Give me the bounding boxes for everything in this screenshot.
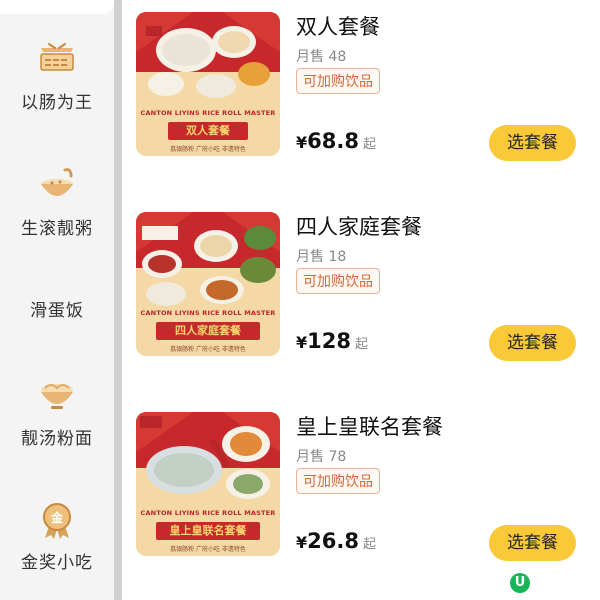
svg-text:金: 金 <box>50 510 64 525</box>
scrollbar-track[interactable] <box>114 0 122 600</box>
price-value: 68.8 <box>307 129 359 153</box>
sidebar-active-indicator <box>0 0 114 14</box>
product-card[interactable]: CANTON LIYINS RICE ROLL MASTER 双人套餐 荔银肠粉… <box>122 0 600 200</box>
product-image[interactable]: CANTON LIYINS RICE ROLL MASTER 四人家庭套餐 荔银… <box>136 212 280 356</box>
sidebar-item-label: 以肠为王 <box>21 93 93 113</box>
monthly-sales: 月售 48 <box>296 49 347 65</box>
product-title: 皇上皇联名套餐 <box>296 415 443 439</box>
sidebar-item-congee[interactable]: 生滚靓粥 <box>0 166 114 239</box>
price: ¥128 起 <box>296 329 368 353</box>
gold-medal-icon: 金 <box>43 503 71 539</box>
product-title: 双人套餐 <box>296 15 380 39</box>
product-title: 四人家庭套餐 <box>296 215 422 239</box>
select-set-button[interactable]: 选套餐 <box>489 325 576 361</box>
sidebar-item-label: 金奖小吃 <box>21 553 93 573</box>
product-card[interactable]: CANTON LIYINS RICE ROLL MASTER 四人家庭套餐 荔银… <box>122 200 600 400</box>
product-card[interactable]: CANTON LIYINS RICE ROLL MASTER 皇上皇联名套餐 荔… <box>122 400 600 600</box>
noodle-bowl-icon <box>41 384 73 409</box>
currency-symbol: ¥ <box>296 133 308 152</box>
sidebar-item-label: 生滚靓粥 <box>21 219 93 239</box>
floating-assistant-badge[interactable]: U <box>510 573 530 593</box>
price: ¥26.8 起 <box>296 529 376 553</box>
congee-bowl-icon <box>41 168 73 196</box>
poster-banner: 四人家庭套餐 <box>156 322 260 340</box>
poster-subtitle: 荔银肠粉 广府小吃 非遗特色 <box>170 346 246 353</box>
poster-subtitle: 荔银肠粉 广府小吃 非遗特色 <box>170 546 246 553</box>
category-sidebar: 以肠为王 生滚靓粥 滑蛋饭 靓汤粉面 金 金奖小吃 <box>0 0 114 600</box>
sidebar-item-gold-snack[interactable]: 金 金奖小吃 <box>0 500 114 573</box>
sidebar-item-label: 靓汤粉面 <box>21 429 93 449</box>
select-set-button[interactable]: 选套餐 <box>489 525 576 561</box>
price-suffix: 起 <box>354 337 368 352</box>
addon-drink-tag: 可加购饮品 <box>296 468 380 494</box>
currency-symbol: ¥ <box>296 533 308 552</box>
currency-symbol: ¥ <box>296 333 308 352</box>
sidebar-item-egg-rice[interactable]: 滑蛋饭 <box>0 296 114 321</box>
price: ¥68.8 起 <box>296 129 376 153</box>
poster-banner: 皇上皇联名套餐 <box>156 522 260 540</box>
select-set-button[interactable]: 选套餐 <box>489 125 576 161</box>
addon-drink-tag: 可加购饮品 <box>296 268 380 294</box>
product-image[interactable]: CANTON LIYINS RICE ROLL MASTER 皇上皇联名套餐 荔… <box>136 412 280 556</box>
monthly-sales: 月售 78 <box>296 449 347 465</box>
price-suffix: 起 <box>362 137 376 152</box>
addon-drink-tag: 可加购饮品 <box>296 68 380 94</box>
price-value: 128 <box>307 329 351 353</box>
rice-roll-tray-icon <box>40 43 74 71</box>
sidebar-item-soup-noodle[interactable]: 靓汤粉面 <box>0 376 114 449</box>
poster-subtitle: 荔银肠粉 广府小吃 非遗特色 <box>170 146 246 153</box>
sidebar-item-label: 滑蛋饭 <box>30 301 84 321</box>
sidebar-item-rice-roll[interactable]: 以肠为王 <box>0 40 114 113</box>
price-value: 26.8 <box>307 529 359 553</box>
product-image[interactable]: CANTON LIYINS RICE ROLL MASTER 双人套餐 荔银肠粉… <box>136 12 280 156</box>
price-suffix: 起 <box>362 537 376 552</box>
monthly-sales: 月售 18 <box>296 249 347 265</box>
poster-banner: 双人套餐 <box>168 122 248 140</box>
